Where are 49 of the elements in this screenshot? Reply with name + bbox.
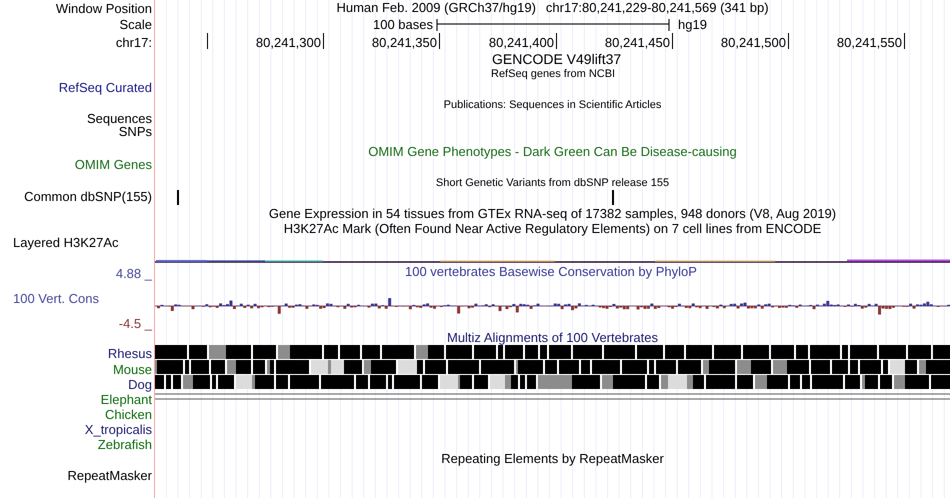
ruler-label: 80,241,450 — [604, 35, 670, 50]
track-title: Gene Expression in 54 tissues from GTEx RNA-seq of 17382 samples, 948 donors (V8, Aug 2019) — [268, 206, 836, 221]
ruler-label: 80,241,300 — [256, 35, 321, 50]
ruler-tick — [672, 33, 673, 50]
track-label[interactable]: -4.5 _ — [118, 316, 154, 330]
track-title: 100 vertebrates Basewise Conservation by PhyloP — [405, 265, 697, 279]
ruler-tick — [556, 33, 557, 50]
ruler-tick — [323, 33, 324, 50]
track-label[interactable]: Layered H3K27Ac — [0, 234, 119, 250]
track-title: Short Genetic Variants from dbSNP release 155 — [436, 177, 670, 189]
scale-label: 100 bases — [373, 17, 433, 32]
track-label[interactable]: Dog — [128, 376, 154, 392]
track-label[interactable]: Chicken — [105, 406, 154, 422]
snp-marker — [177, 190, 179, 205]
track-label[interactable]: X_tropicalis — [84, 422, 154, 436]
track-label[interactable]: RepeatMasker — [67, 468, 154, 482]
ruler-label: 80,241,400 — [488, 35, 554, 50]
track-label[interactable]: Mouse — [112, 362, 154, 376]
assembly-title: Human Feb. 2009 (GRCh37/hg19) — [336, 0, 536, 16]
ruler-tick — [439, 33, 440, 50]
track-label[interactable]: OMIM Genes — [74, 156, 154, 172]
track-label[interactable]: chr17: — [116, 34, 154, 50]
position-text: chr17:80,241,229-80,241,569 (341 bp) — [546, 0, 769, 16]
ruler-tick — [788, 33, 789, 50]
track-label[interactable]: RefSeq Curated — [58, 80, 154, 94]
ruler-label: 80,241,550 — [836, 35, 902, 50]
track-label[interactable]: Sequences — [86, 110, 154, 126]
track-title: H3K27Ac Mark (Often Found Near Active Regulatory Elements) on 7 cell lines from ENCODE — [284, 221, 822, 236]
track-title: RefSeq genes from NCBI — [491, 68, 616, 80]
track-title: GENCODE V49lift37 — [492, 51, 622, 67]
track-title: Publications: Sequences in Scientific Articles — [444, 99, 662, 111]
track-label[interactable]: Scale — [119, 16, 154, 32]
track-label[interactable]: 100 Vert. Cons — [0, 290, 99, 306]
track-title: Multiz Alignments of 100 Vertebrates — [446, 331, 658, 345]
ruler-tick — [904, 33, 905, 50]
track-label[interactable]: Common dbSNP(155) — [24, 188, 154, 204]
ruler-label: 80,241,350 — [372, 35, 437, 50]
ruler-tick — [207, 33, 208, 50]
track-label[interactable]: Rhesus — [108, 346, 154, 360]
track-label[interactable]: 4.88 _ — [116, 266, 154, 280]
snp-marker — [612, 190, 614, 205]
ruler-label: 80,241,500 — [720, 35, 786, 50]
track-label[interactable]: SNPs — [118, 124, 154, 138]
track-label[interactable]: Window Position — [56, 0, 154, 16]
track-label[interactable]: Zebrafish — [98, 436, 154, 452]
track-label[interactable]: Elephant — [100, 392, 154, 406]
track-title: Repeating Elements by RepeatMasker — [441, 451, 664, 466]
scale-assembly: hg19 — [678, 17, 707, 32]
track-title: OMIM Gene Phenotypes - Dark Green Can Be Disease-causing — [368, 144, 737, 160]
